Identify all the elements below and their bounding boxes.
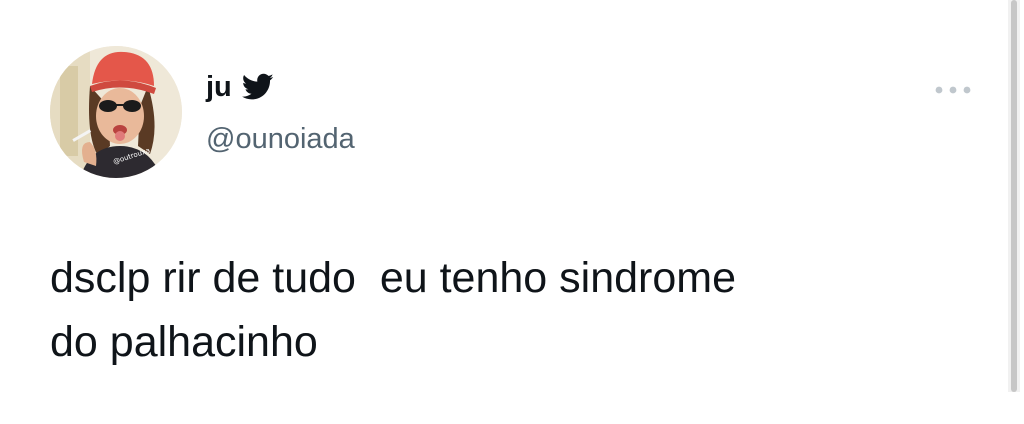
- tweet-text: dsclp rir de tudo eu tenho sindrome do p…: [50, 254, 737, 366]
- author-info: ju @ounoiada: [206, 70, 355, 156]
- name-row: ju: [206, 70, 355, 104]
- tweet-card: @outrouxa ju @ounoiada dsclp rir de tudo…: [0, 0, 1024, 424]
- author-handle[interactable]: @ounoiada: [206, 122, 355, 156]
- more-options-icon: [935, 86, 971, 94]
- avatar[interactable]: @outrouxa: [50, 46, 182, 178]
- avatar-image: @outrouxa: [50, 46, 182, 178]
- scrollbar[interactable]: [1008, 0, 1020, 392]
- more-options-button[interactable]: [928, 78, 978, 102]
- twitter-bird-icon: [241, 73, 274, 101]
- scrollbar-thumb[interactable]: [1011, 0, 1017, 392]
- display-name[interactable]: ju: [206, 70, 232, 104]
